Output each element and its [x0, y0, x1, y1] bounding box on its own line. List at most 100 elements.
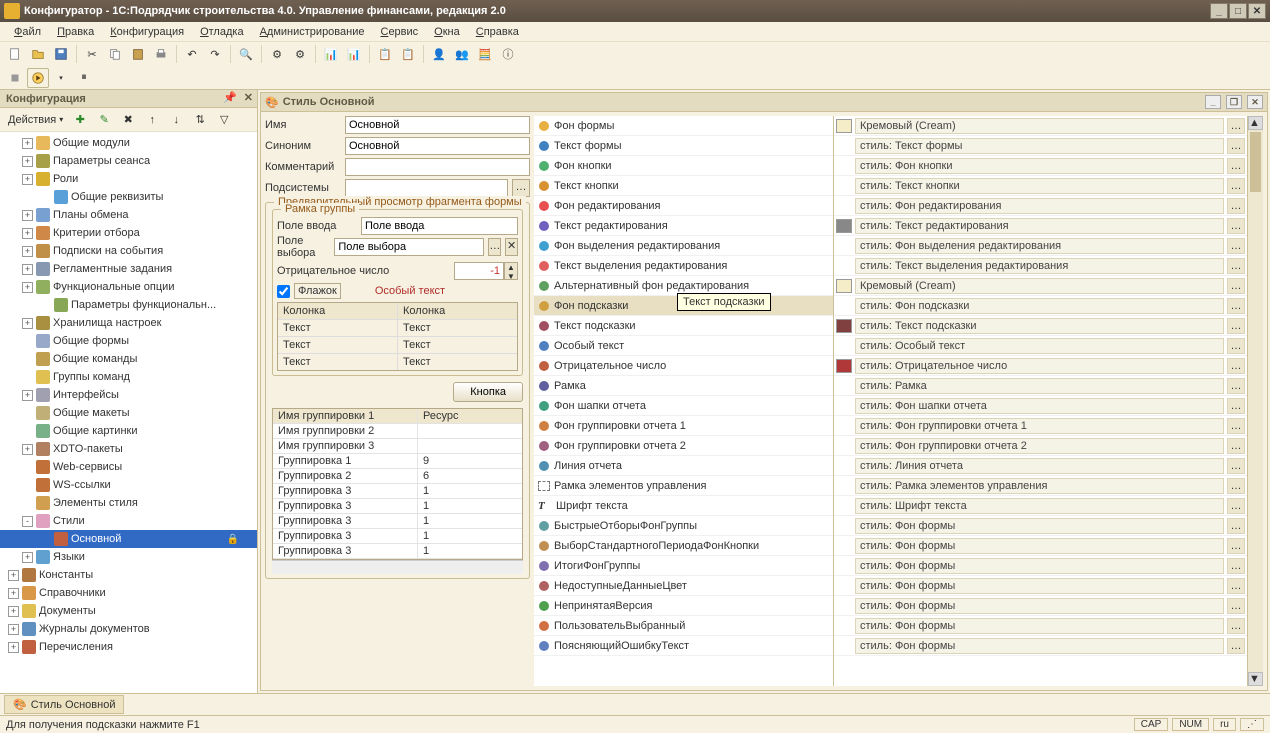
- tree-item[interactable]: Параметры функциональн...: [0, 296, 257, 314]
- tree-item[interactable]: +Журналы документов: [0, 620, 257, 638]
- tree-item[interactable]: +Регламентные задания: [0, 260, 257, 278]
- style-element[interactable]: Особый текст: [534, 336, 833, 356]
- synonym-input[interactable]: [345, 137, 530, 155]
- cut-icon[interactable]: ✂: [81, 44, 103, 64]
- users-icon[interactable]: 👥: [451, 44, 473, 64]
- find-icon[interactable]: 🔍: [235, 44, 257, 64]
- paste-icon[interactable]: [127, 44, 149, 64]
- style-element[interactable]: Фон выделения редактирования: [534, 236, 833, 256]
- style-value-row[interactable]: стиль: Фон редактирования…: [834, 196, 1247, 216]
- tree-item[interactable]: +Подписки на события: [0, 242, 257, 260]
- name-input[interactable]: [345, 116, 530, 134]
- select-clear[interactable]: ✕: [505, 238, 518, 256]
- user-icon[interactable]: 👤: [428, 44, 450, 64]
- resize-grip[interactable]: ⋰: [1240, 718, 1264, 731]
- config-icon[interactable]: ⚙: [266, 44, 288, 64]
- tree-item[interactable]: +Справочники: [0, 584, 257, 602]
- style-element[interactable]: Фон формы: [534, 116, 833, 136]
- tree-item[interactable]: +Языки: [0, 548, 257, 566]
- play-icon[interactable]: [27, 68, 49, 88]
- tree-item[interactable]: Общие макеты: [0, 404, 257, 422]
- subsystems-dots[interactable]: …: [512, 179, 530, 197]
- style-element[interactable]: Фон редактирования: [534, 196, 833, 216]
- pause-icon[interactable]: ⏸: [73, 68, 95, 88]
- menu-Правка[interactable]: Правка: [49, 24, 102, 40]
- style-element[interactable]: ПользовательВыбранный: [534, 616, 833, 636]
- tree-item[interactable]: +Документы: [0, 602, 257, 620]
- style-value-row[interactable]: стиль: Шрифт текста…: [834, 496, 1247, 516]
- tree-item[interactable]: Основной🔒: [0, 530, 257, 548]
- tree-item[interactable]: Элементы стиля: [0, 494, 257, 512]
- style-element[interactable]: ИтогиФонГруппы: [534, 556, 833, 576]
- style-value-row[interactable]: стиль: Фон формы…: [834, 576, 1247, 596]
- style-element[interactable]: Линия отчета: [534, 456, 833, 476]
- style-element[interactable]: Фон кнопки: [534, 156, 833, 176]
- redo-icon[interactable]: ↷: [204, 44, 226, 64]
- copy-icon[interactable]: [104, 44, 126, 64]
- style-value-row[interactable]: стиль: Текст кнопки…: [834, 176, 1247, 196]
- h-scrollbar[interactable]: [272, 560, 523, 574]
- menu-Конфигурация[interactable]: Конфигурация: [102, 24, 192, 40]
- tree-item[interactable]: +Интерфейсы: [0, 386, 257, 404]
- up-icon[interactable]: ↑: [141, 110, 163, 130]
- menu-Окна[interactable]: Окна: [426, 24, 468, 40]
- tree-item[interactable]: +Планы обмена: [0, 206, 257, 224]
- style-element[interactable]: Отрицательное число: [534, 356, 833, 376]
- down-icon[interactable]: ↓: [165, 110, 187, 130]
- style-element[interactable]: Текст подсказки: [534, 316, 833, 336]
- add-icon[interactable]: ✚: [69, 110, 91, 130]
- play-dropdown-icon[interactable]: ▾: [50, 68, 72, 88]
- new-file-icon[interactable]: [4, 44, 26, 64]
- style-value-row[interactable]: стиль: Фон формы…: [834, 616, 1247, 636]
- copy-config-icon[interactable]: 📋: [374, 44, 396, 64]
- style-value-row[interactable]: стиль: Отрицательное число…: [834, 356, 1247, 376]
- filter-icon[interactable]: ▽: [213, 110, 235, 130]
- delete-icon[interactable]: ✖: [117, 110, 139, 130]
- db2-icon[interactable]: 📊: [343, 44, 365, 64]
- style-element[interactable]: НедоступныеДанныеЦвет: [534, 576, 833, 596]
- style-element[interactable]: Фон группировки отчета 2: [534, 436, 833, 456]
- style-value-row[interactable]: стиль: Фон формы…: [834, 556, 1247, 576]
- tree-item[interactable]: +Параметры сеанса: [0, 152, 257, 170]
- tree-item[interactable]: +Общие модули: [0, 134, 257, 152]
- style-value-row[interactable]: стиль: Фон формы…: [834, 636, 1247, 656]
- style-value-row[interactable]: стиль: Фон формы…: [834, 596, 1247, 616]
- style-value-row[interactable]: стиль: Фон формы…: [834, 536, 1247, 556]
- style-element[interactable]: ВыборСтандартногоПериодаФонКнопки: [534, 536, 833, 556]
- menu-Администрирование[interactable]: Администрирование: [252, 24, 373, 40]
- style-value-row[interactable]: стиль: Фон группировки отчета 2…: [834, 436, 1247, 456]
- style-element[interactable]: Текст кнопки: [534, 176, 833, 196]
- style-value-row[interactable]: стиль: Рамка…: [834, 376, 1247, 396]
- child-maximize[interactable]: ❐: [1226, 95, 1242, 109]
- input-field[interactable]: [361, 217, 518, 235]
- config2-icon[interactable]: ⚙: [289, 44, 311, 64]
- style-element[interactable]: БыстрыеОтборыФонГруппы: [534, 516, 833, 536]
- flag-checkbox[interactable]: [277, 285, 290, 298]
- tree-item[interactable]: +Перечисления: [0, 638, 257, 656]
- menu-Файл[interactable]: Файл: [6, 24, 49, 40]
- db-icon[interactable]: 📊: [320, 44, 342, 64]
- close-icon[interactable]: ✕: [244, 91, 253, 104]
- style-value-row[interactable]: Кремовый (Cream)…: [834, 276, 1247, 296]
- style-value-row[interactable]: стиль: Особый текст…: [834, 336, 1247, 356]
- style-element[interactable]: Фон шапки отчета: [534, 396, 833, 416]
- tree-item[interactable]: +Константы: [0, 566, 257, 584]
- child-minimize[interactable]: _: [1205, 95, 1221, 109]
- menu-Отладка[interactable]: Отладка: [192, 24, 252, 40]
- sort-icon[interactable]: ⇅: [189, 110, 211, 130]
- help-icon[interactable]: ⓘ: [497, 44, 519, 64]
- style-element[interactable]: Текст редактирования: [534, 216, 833, 236]
- style-element[interactable]: Фон группировки отчета 1: [534, 416, 833, 436]
- v-scrollbar[interactable]: ▲▼: [1247, 116, 1263, 686]
- tree-item[interactable]: +Роли: [0, 170, 257, 188]
- style-value-row[interactable]: стиль: Фон кнопки…: [834, 156, 1247, 176]
- pin-icon[interactable]: 📌: [223, 91, 237, 104]
- select-field[interactable]: [334, 238, 484, 256]
- menu-Справка[interactable]: Справка: [468, 24, 527, 40]
- neg-spinner[interactable]: ▲▼: [454, 262, 518, 280]
- maximize-button[interactable]: □: [1229, 3, 1247, 19]
- tree-item[interactable]: +Функциональные опции: [0, 278, 257, 296]
- style-value-row[interactable]: стиль: Текст редактирования…: [834, 216, 1247, 236]
- config-tree[interactable]: +Общие модули+Параметры сеанса+Роли Общие…: [0, 132, 257, 693]
- tree-item[interactable]: Группы команд: [0, 368, 257, 386]
